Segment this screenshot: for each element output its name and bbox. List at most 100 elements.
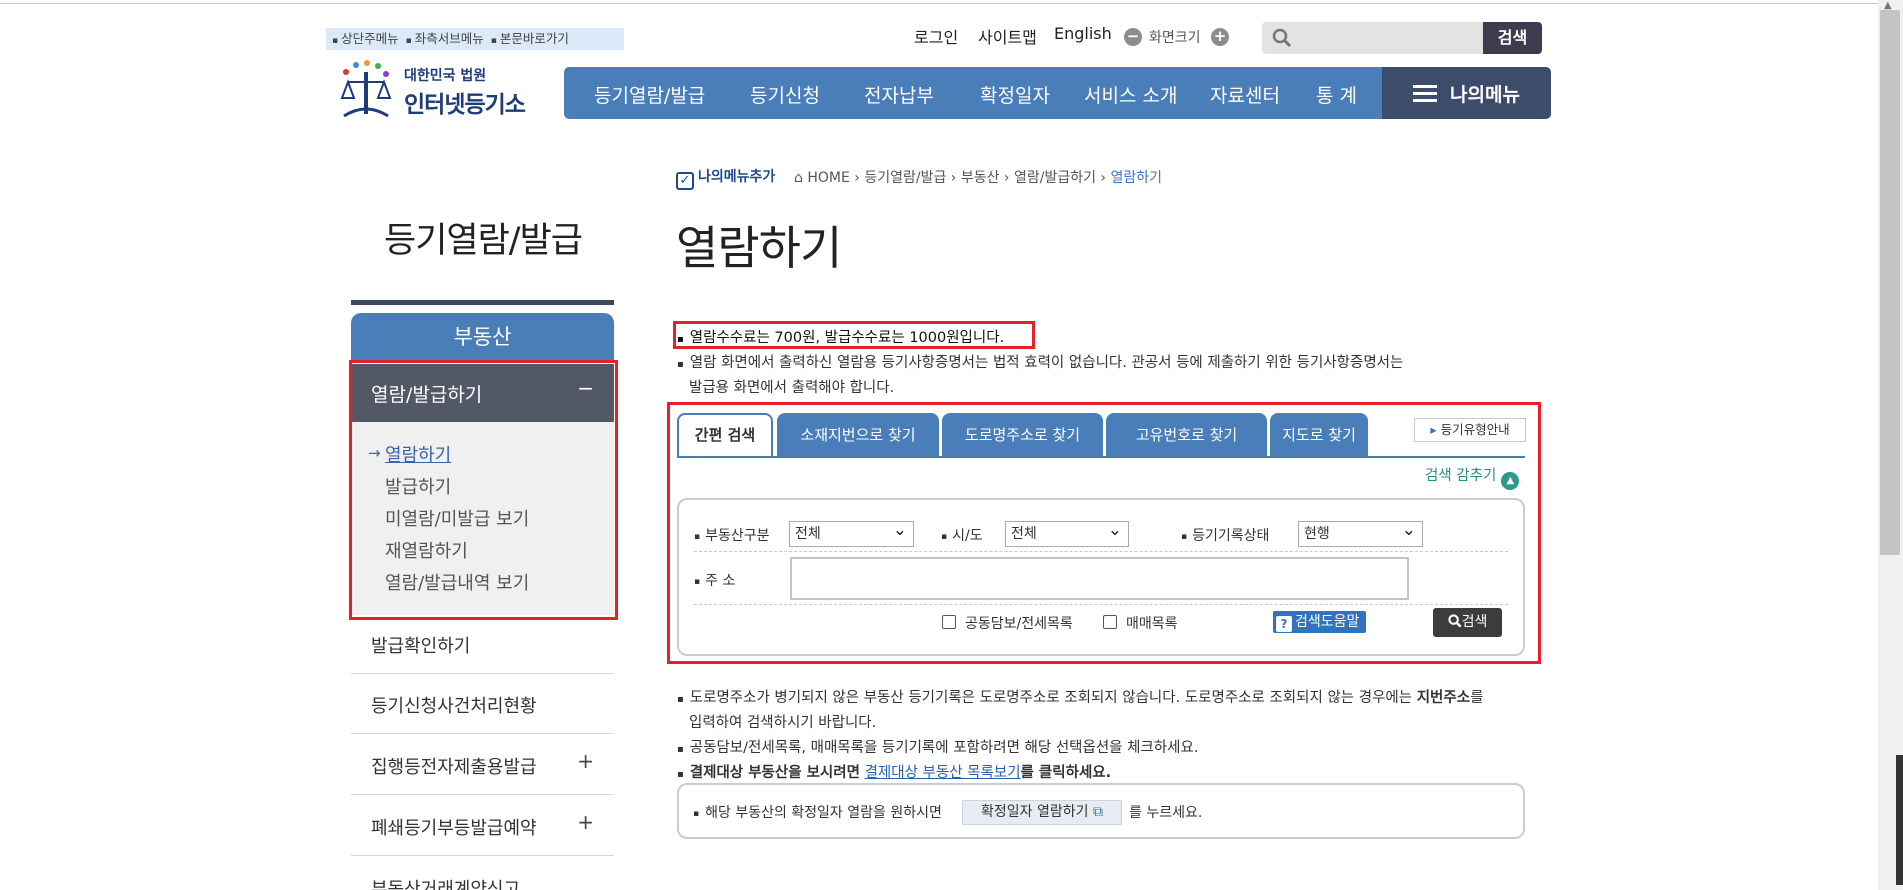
address-label: 주 소 xyxy=(694,570,735,590)
joint-collateral-label: 공동담보/전세목록 xyxy=(965,616,1073,632)
sidebar-item-case-status[interactable]: 등기신청사건처리현황 xyxy=(351,674,614,734)
tab-lot-number[interactable]: 소재지번으로 찾기 xyxy=(777,413,939,458)
tab-unique-number[interactable]: 고유번호로 찾기 xyxy=(1106,413,1267,458)
nav-data-center[interactable]: 자료센터 xyxy=(1210,81,1280,108)
form-divider xyxy=(694,551,1508,552)
english-link[interactable]: English xyxy=(1054,24,1112,43)
legal-notice-cont: 발급용 화면에서 출력해야 합니다. xyxy=(689,380,895,396)
sidebar-item-label: 집행등전자제출용발급 xyxy=(371,757,537,778)
notice-text: 를 xyxy=(1470,690,1484,706)
sidebar-item-electronic-submit[interactable]: 집행등전자제출용발급 + xyxy=(351,735,614,795)
nav-statistics[interactable]: 통 계 xyxy=(1316,81,1357,108)
select-value: 현행 xyxy=(1304,526,1330,542)
fixed-date-box: 해당 부동산의 확정일자 열람을 원하시면 확정일자 열람하기 ⧉ 를 누르세요… xyxy=(677,783,1525,839)
sidebar-item-label: 폐쇄등기부등발급예약 xyxy=(371,818,537,839)
fixed-date-text-end: 를 누르세요. xyxy=(1129,805,1203,821)
sido-label: 시/도 xyxy=(941,525,982,545)
notice-bold-text: 를 클릭하세요. xyxy=(1020,765,1112,781)
sidebar-item-issue-check[interactable]: 발급확인하기 xyxy=(351,614,614,674)
page-edge-mark xyxy=(1896,755,1903,885)
hide-search-label: 검색 감추기 xyxy=(1425,468,1497,484)
sitemap-link[interactable]: 사이트맵 xyxy=(978,24,1037,48)
skip-link-side-menu[interactable]: 좌측서브메뉴 xyxy=(406,31,484,46)
browser-top-edge xyxy=(0,0,1878,4)
sidebar-item-label: 부동산거래계약신고 xyxy=(371,879,521,890)
sidebar-item-closed-reservation[interactable]: 폐쇄등기부등발급예약 + xyxy=(351,796,614,856)
address-input[interactable] xyxy=(790,557,1409,600)
fixed-date-view-button[interactable]: 확정일자 열람하기 ⧉ xyxy=(962,800,1122,825)
hide-search-toggle[interactable]: 검색 감추기 ▲ xyxy=(1425,464,1520,490)
record-status-select[interactable]: 현행 xyxy=(1298,518,1423,547)
scrollbar-thumb[interactable] xyxy=(1880,10,1900,555)
tab-map[interactable]: 지도로 찾기 xyxy=(1270,413,1368,458)
check-icon: ✓ xyxy=(676,172,694,190)
nav-registry-view[interactable]: 등기열람/발급 xyxy=(594,81,705,108)
sidebar-title: 등기열람/발급 xyxy=(384,221,583,261)
registry-type-guide-button[interactable]: 등기유형안내 xyxy=(1414,418,1526,442)
search-help-button[interactable]: ? 검색도움말 xyxy=(1273,611,1366,633)
fixed-date-button-label: 확정일자 열람하기 xyxy=(981,804,1089,820)
chevron-up-icon: ▲ xyxy=(1501,472,1520,490)
highlight-sidebar xyxy=(349,360,618,620)
sale-list-checkbox[interactable] xyxy=(1103,615,1117,629)
tab-simple-search[interactable]: 간편 검색 xyxy=(677,413,773,458)
sidebar-head-realestate[interactable]: 부동산 xyxy=(351,313,614,361)
skip-link-top-menu[interactable]: 상단주메뉴 xyxy=(332,31,399,46)
home-icon: ⌂ xyxy=(794,170,803,186)
payment-list-link[interactable]: 결제대상 부동산 목록보기 xyxy=(865,765,1021,781)
nav-registry-apply[interactable]: 등기신청 xyxy=(750,81,820,108)
notice-bold-text: 결제대상 부동산을 보시려면 xyxy=(689,765,860,781)
logo-court-name: 대한민국 법원 xyxy=(404,68,487,84)
search-help-label: 검색도움말 xyxy=(1295,614,1360,630)
property-type-label: 부동산구분 xyxy=(694,525,769,545)
sido-select[interactable]: 전체 xyxy=(1005,518,1129,547)
skip-links: 상단주메뉴 좌측서브메뉴 본문바로가기 xyxy=(326,28,624,50)
breadcrumb-current: 열람하기 xyxy=(1110,170,1162,186)
nav-service-intro[interactable]: 서비스 소개 xyxy=(1084,81,1177,108)
my-menu-label: 나의메뉴 xyxy=(1450,84,1520,106)
sidebar-item-label: 등기신청사건처리현황 xyxy=(371,696,537,717)
joint-collateral-checkbox[interactable] xyxy=(942,615,956,629)
nav-e-payment[interactable]: 전자납부 xyxy=(864,81,934,108)
sidebar-item-label: 발급확인하기 xyxy=(371,636,471,657)
breadcrumb-level2[interactable]: 부동산 xyxy=(961,170,1000,186)
search-button-label: 검색 xyxy=(1461,614,1488,630)
tab-underline xyxy=(677,456,1525,458)
breadcrumb-level1[interactable]: 등기열람/발급 xyxy=(864,170,946,186)
top-search-input[interactable] xyxy=(1296,26,1476,50)
skip-link-content[interactable]: 본문바로가기 xyxy=(491,31,569,46)
breadcrumb-level3[interactable]: 열람/발급하기 xyxy=(1014,170,1096,186)
zoom-out-icon[interactable]: − xyxy=(1124,28,1142,46)
notice-bold-text: 지번주소 xyxy=(1416,690,1471,706)
road-address-notice: 도로명주소가 병기되지 않은 부동산 등기기록은 도로명주소로 조회되지 않습니… xyxy=(677,686,1484,707)
tab-road-address[interactable]: 도로명주소로 찾기 xyxy=(942,413,1103,458)
form-divider xyxy=(694,604,1508,605)
screen-size-label: 화면크기 xyxy=(1149,30,1201,46)
sidebar-divider xyxy=(351,300,614,305)
page-title: 열람하기 xyxy=(676,221,842,275)
payment-list-notice: 결제대상 부동산을 보시려면 결제대상 부동산 목록보기를 클릭하세요. xyxy=(677,761,1111,782)
search-icon xyxy=(1447,614,1462,628)
scroll-up-icon[interactable]: ▲ xyxy=(1884,0,1892,11)
add-my-menu-label: 나의메뉴추가 xyxy=(698,169,776,185)
search-button[interactable]: 검색 xyxy=(1433,608,1502,637)
record-status-label: 등기기록상태 xyxy=(1181,525,1269,545)
property-type-select[interactable]: 전체 xyxy=(789,518,914,547)
sale-list-label: 매매목록 xyxy=(1126,616,1178,632)
expand-icon: + xyxy=(577,749,594,773)
main-nav: 등기열람/발급 등기신청 전자납부 확정일자 서비스 소개 자료센터 통 계 xyxy=(564,67,1382,119)
legal-notice: 열람 화면에서 출력하신 열람용 등기사항증명서는 법적 효력이 없습니다. 관… xyxy=(677,351,1404,372)
question-icon: ? xyxy=(1276,616,1292,632)
search-icon xyxy=(1272,28,1292,48)
breadcrumb-home[interactable]: HOME xyxy=(807,170,849,186)
option-notice: 공동담보/전세목록, 매매목록을 등기기록에 포함하려면 해당 선택옵션을 체크… xyxy=(677,736,1199,757)
top-search-button[interactable]: 검색 xyxy=(1483,22,1542,54)
zoom-in-icon[interactable]: + xyxy=(1211,28,1229,46)
my-menu-button[interactable]: 나의메뉴 xyxy=(1382,67,1551,119)
login-link[interactable]: 로그인 xyxy=(914,24,958,48)
sidebar-item-transaction-report[interactable]: 부동산거래계약신고 xyxy=(351,857,614,890)
select-value: 전체 xyxy=(1011,526,1037,542)
site-logo[interactable]: 대한민국 법원 인터넷등기소 xyxy=(334,58,544,122)
nav-fixed-date[interactable]: 확정일자 xyxy=(980,81,1050,108)
add-my-menu-button[interactable]: ✓ 나의메뉴추가 xyxy=(676,166,775,190)
